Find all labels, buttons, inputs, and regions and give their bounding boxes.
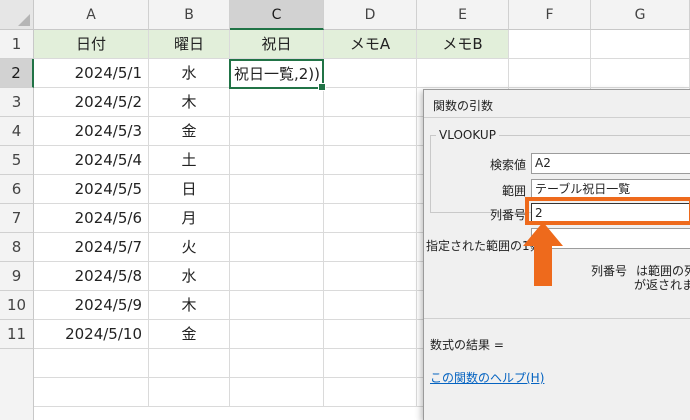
- row-header-3[interactable]: 3: [0, 88, 34, 117]
- row-header-8[interactable]: 8: [0, 233, 34, 262]
- cell-date[interactable]: 2024/5/2: [34, 88, 149, 117]
- cell-empty[interactable]: [591, 59, 690, 88]
- cell-a1[interactable]: 日付: [34, 30, 149, 59]
- cell-date[interactable]: 2024/5/5: [34, 175, 149, 204]
- cell-date[interactable]: 2024/5/9: [34, 291, 149, 320]
- cell-empty[interactable]: [34, 349, 149, 378]
- cell-empty[interactable]: [324, 117, 417, 146]
- cell-empty[interactable]: [230, 233, 324, 262]
- cell-date[interactable]: 2024/5/3: [34, 117, 149, 146]
- select-all-triangle-icon: [18, 14, 30, 26]
- function-name: VLOOKUP: [436, 128, 499, 142]
- cell-date[interactable]: 2024/5/8: [34, 262, 149, 291]
- cell-day[interactable]: 月: [149, 204, 230, 233]
- cell-empty[interactable]: [324, 88, 417, 117]
- highlight-box: [525, 197, 690, 225]
- cell-g1[interactable]: [591, 30, 690, 59]
- row-header-11[interactable]: 11: [0, 320, 34, 349]
- cell-empty[interactable]: [509, 59, 591, 88]
- cell-empty[interactable]: [230, 117, 324, 146]
- up-arrow-icon: [523, 222, 563, 286]
- cell-empty[interactable]: [324, 146, 417, 175]
- cell-empty[interactable]: [324, 233, 417, 262]
- column-header-f[interactable]: F: [509, 0, 591, 30]
- cell-b1[interactable]: 曜日: [149, 30, 230, 59]
- cell-e1[interactable]: メモB: [417, 30, 509, 59]
- column-header-c[interactable]: C: [230, 0, 324, 30]
- row-header-1[interactable]: 1: [0, 30, 34, 59]
- cell-date[interactable]: 2024/5/4: [34, 146, 149, 175]
- cell-day[interactable]: 水: [149, 262, 230, 291]
- cell-empty[interactable]: [324, 59, 417, 88]
- cell-empty[interactable]: [34, 378, 149, 407]
- cell-empty[interactable]: [324, 291, 417, 320]
- dialog-divider: [424, 318, 690, 319]
- cell-empty[interactable]: [324, 262, 417, 291]
- cell-date[interactable]: 2024/5/6: [34, 204, 149, 233]
- cell-empty[interactable]: [230, 146, 324, 175]
- arg-label-table-array: 範囲: [501, 184, 526, 198]
- arg-input-lookup-value[interactable]: A2: [531, 153, 690, 174]
- row-header-6[interactable]: 6: [0, 175, 34, 204]
- cell-day[interactable]: 木: [149, 291, 230, 320]
- cell-c1[interactable]: 祝日: [230, 30, 324, 59]
- cell-empty[interactable]: [230, 88, 324, 117]
- select-all-button[interactable]: [0, 0, 34, 30]
- arg-label-col-index: 列番号: [489, 208, 526, 222]
- cell-date[interactable]: 2024/5/10: [34, 320, 149, 349]
- function-help-link[interactable]: この関数のヘルプ(H): [430, 369, 544, 386]
- cell-empty[interactable]: [230, 175, 324, 204]
- cell-f1[interactable]: [509, 30, 591, 59]
- column-header-g[interactable]: G: [591, 0, 690, 30]
- column-header-a[interactable]: A: [34, 0, 149, 30]
- cell-empty[interactable]: [149, 378, 230, 407]
- cell-empty[interactable]: [230, 320, 324, 349]
- cell-empty[interactable]: [230, 262, 324, 291]
- row-header-5[interactable]: 5: [0, 146, 34, 175]
- cell-date[interactable]: 2024/5/7: [34, 233, 149, 262]
- cell-empty[interactable]: [324, 175, 417, 204]
- active-cell-text: 祝日一覧,2)): [234, 65, 321, 83]
- cell-empty[interactable]: [149, 349, 230, 378]
- column-header-e[interactable]: E: [417, 0, 509, 30]
- cell-empty[interactable]: [324, 320, 417, 349]
- cell-empty[interactable]: [324, 349, 417, 378]
- row-header-4[interactable]: 4: [0, 117, 34, 146]
- cell-day[interactable]: 火: [149, 233, 230, 262]
- cell-day[interactable]: 金: [149, 117, 230, 146]
- dialog-title-divider: [424, 117, 690, 118]
- row-header-7[interactable]: 7: [0, 204, 34, 233]
- argument-description-line2: が返されま: [634, 278, 690, 292]
- cell-day[interactable]: 木: [149, 88, 230, 117]
- row-header-9[interactable]: 9: [0, 262, 34, 291]
- arg-label-lookup-value: 検索値: [489, 158, 526, 172]
- column-header-b[interactable]: B: [149, 0, 230, 30]
- cell-day[interactable]: 土: [149, 146, 230, 175]
- cell-day[interactable]: 金: [149, 320, 230, 349]
- fill-handle[interactable]: [318, 83, 326, 91]
- cell-empty[interactable]: [324, 204, 417, 233]
- cell-empty[interactable]: [417, 59, 509, 88]
- cell-empty[interactable]: [230, 204, 324, 233]
- cell-empty[interactable]: [230, 378, 324, 407]
- formula-result: 数式の結果 =: [430, 338, 504, 352]
- cell-day[interactable]: 日: [149, 175, 230, 204]
- cell-empty[interactable]: [324, 378, 417, 407]
- argument-description-name: 列番号: [591, 264, 628, 278]
- row-header-2[interactable]: 2: [0, 59, 34, 88]
- row-header-10[interactable]: 10: [0, 291, 34, 320]
- cell-d1[interactable]: メモA: [324, 30, 417, 59]
- cell-date[interactable]: 2024/5/1: [34, 59, 149, 88]
- active-cell-c2[interactable]: 祝日一覧,2)): [229, 59, 326, 91]
- row-header-blank: [0, 349, 34, 420]
- cell-empty[interactable]: [230, 291, 324, 320]
- column-header-d[interactable]: D: [324, 0, 417, 30]
- cell-day[interactable]: 水: [149, 59, 230, 88]
- dialog-title: 関数の引数: [433, 99, 494, 113]
- cell-empty[interactable]: [230, 349, 324, 378]
